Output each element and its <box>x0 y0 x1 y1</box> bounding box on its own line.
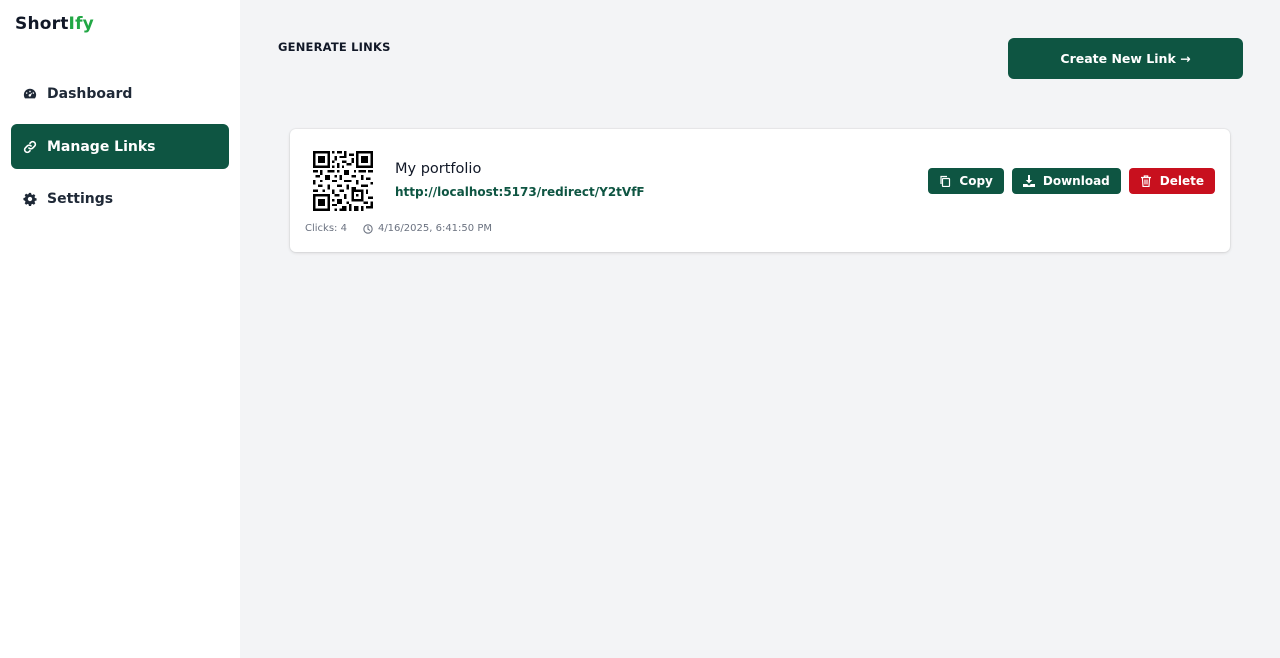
trash-icon <box>1140 175 1152 187</box>
sidebar-item-label: Dashboard <box>47 85 133 102</box>
copy-button[interactable]: Copy <box>928 168 1004 194</box>
brand-text-ify: Ify <box>68 14 94 34</box>
link-card: My portfolio http://localhost:5173/redir… <box>290 129 1230 252</box>
sidebar: ShortIfy Dashboard Manage Links Settings <box>0 0 240 658</box>
delete-button[interactable]: Delete <box>1128 168 1215 194</box>
download-button[interactable]: Download <box>1011 168 1121 194</box>
gauge-icon <box>23 87 37 101</box>
copy-icon <box>939 175 951 187</box>
sidebar-item-manage-links[interactable]: Manage Links <box>11 124 229 169</box>
short-link-url[interactable]: http://localhost:5173/redirect/Y2tVfF <box>395 185 645 199</box>
qr-code <box>313 151 373 211</box>
clock-icon <box>363 223 373 234</box>
link-actions: Copy Download Delete <box>928 168 1215 194</box>
create-new-link-button[interactable]: Create New Link → <box>1008 38 1243 79</box>
link-meta: Clicks: 4 4/16/2025, 6:41:50 PM <box>305 223 492 234</box>
app-root: ShortIfy Dashboard Manage Links Settings… <box>0 0 1280 658</box>
download-icon <box>1022 175 1035 187</box>
brand-text-short: Short <box>15 14 69 34</box>
copy-button-label: Copy <box>959 174 993 188</box>
page-title: GENERATE LINKS <box>278 40 391 54</box>
sidebar-item-dashboard[interactable]: Dashboard <box>11 71 229 116</box>
sidebar-item-label: Manage Links <box>47 138 156 155</box>
link-icon <box>23 140 37 154</box>
created-timestamp: 4/16/2025, 6:41:50 PM <box>377 223 492 234</box>
delete-button-label: Delete <box>1159 174 1204 188</box>
link-title: My portfolio <box>395 161 482 177</box>
main-content: GENERATE LINKS Create New Link → My port… <box>240 0 1280 658</box>
sidebar-item-settings[interactable]: Settings <box>11 176 229 221</box>
click-count: Clicks: 4 <box>305 223 347 234</box>
sidebar-item-label: Settings <box>47 190 114 207</box>
gear-icon <box>23 192 37 206</box>
brand-logo[interactable]: ShortIfy <box>15 14 94 34</box>
download-button-label: Download <box>1042 174 1110 188</box>
